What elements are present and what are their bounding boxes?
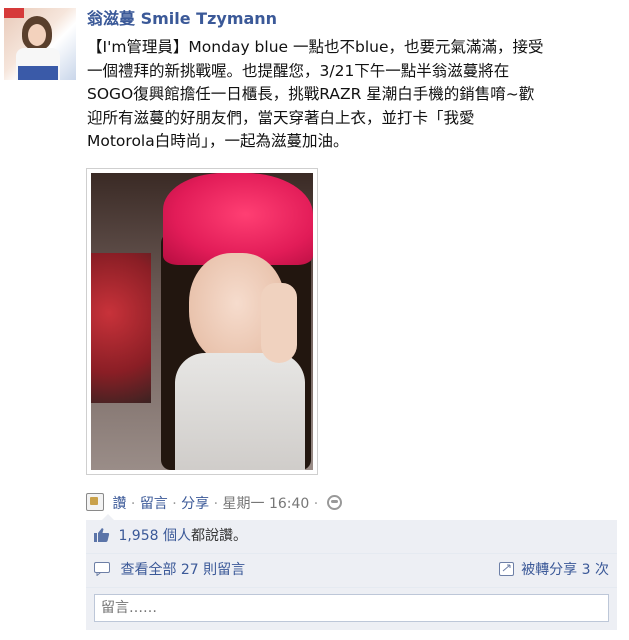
likes-row: 1,958 個人都說讚。 [86,520,617,554]
post-actions: 讚 · 留言 · 分享 · 星期一 16:40 · [86,493,342,513]
feedback-area: 1,958 個人都說讚。 查看全部 27 則留言 被轉分享 3 次 [86,520,617,630]
likes-count-link[interactable]: 1,958 個人 [118,528,191,544]
post-content: 翁滋蔓 Smile Tzymann 【I'm管理員】Monday blue 一點… [87,8,622,154]
photo-image[interactable] [91,173,313,470]
photo-hand [261,283,297,363]
globe-icon[interactable] [326,495,342,510]
shares-count[interactable]: 被轉分享 3 次 [499,560,609,580]
photo-post-icon [86,493,104,511]
action-separator: · [213,496,223,512]
view-all-comments-link[interactable]: 查看全部 27 則留言 [120,562,245,578]
likes-suffix: 都說讚。 [190,528,247,544]
message-line-4: 迎所有滋蔓的好朋友們，當天穿著白上衣，並打卡「我愛 [87,108,475,127]
action-separator: · [172,496,182,512]
post-author-link[interactable]: 翁滋蔓 Smile Tzymann [87,8,622,30]
like-link[interactable]: 讚 [112,496,126,512]
share-link[interactable]: 分享 [181,496,209,512]
post-author[interactable]: 翁滋蔓 Smile Tzymann [87,9,277,28]
message-line-5: Motorola白時尚」，一起為滋蔓加油。 [87,132,349,150]
action-separator: · [313,496,323,512]
comment-input[interactable] [94,594,609,622]
share-icon [499,562,515,576]
avatar-decoration [4,8,24,18]
message-line-2: 一個禮拜的新挑戰喔。也提醒您，3/21下午一點半翁滋蔓將在 [87,61,510,80]
comment-bubble-icon [94,562,110,576]
post-message: 【I'm管理員】Monday blue 一點也不blue，也要元氣滿滿，接受 一… [87,36,622,154]
shares-link[interactable]: 被轉分享 3 次 [521,562,609,578]
photo-sweater [175,353,305,470]
photo-flowers [91,253,151,403]
thumbs-up-icon [94,528,110,542]
photo-hat [163,173,313,265]
avatar-skirt [18,66,58,80]
avatar-face [28,24,46,46]
author-avatar[interactable] [4,8,76,80]
post-timestamp[interactable]: 星期一 16:40 [223,496,310,512]
message-line-3: SOGO復興館擔任一日櫃長，挑戰RAZR 星潮白手機的銷售唷~歡 [87,85,535,103]
action-separator: · [130,496,140,512]
post-photo[interactable] [86,168,318,475]
message-line-1: 【I'm管理員】Monday blue 一點也不blue，也要元氣滿滿，接受 [87,38,544,56]
comment-box [86,588,617,630]
comments-row: 查看全部 27 則留言 被轉分享 3 次 [86,554,617,588]
comment-link[interactable]: 留言 [140,496,168,512]
